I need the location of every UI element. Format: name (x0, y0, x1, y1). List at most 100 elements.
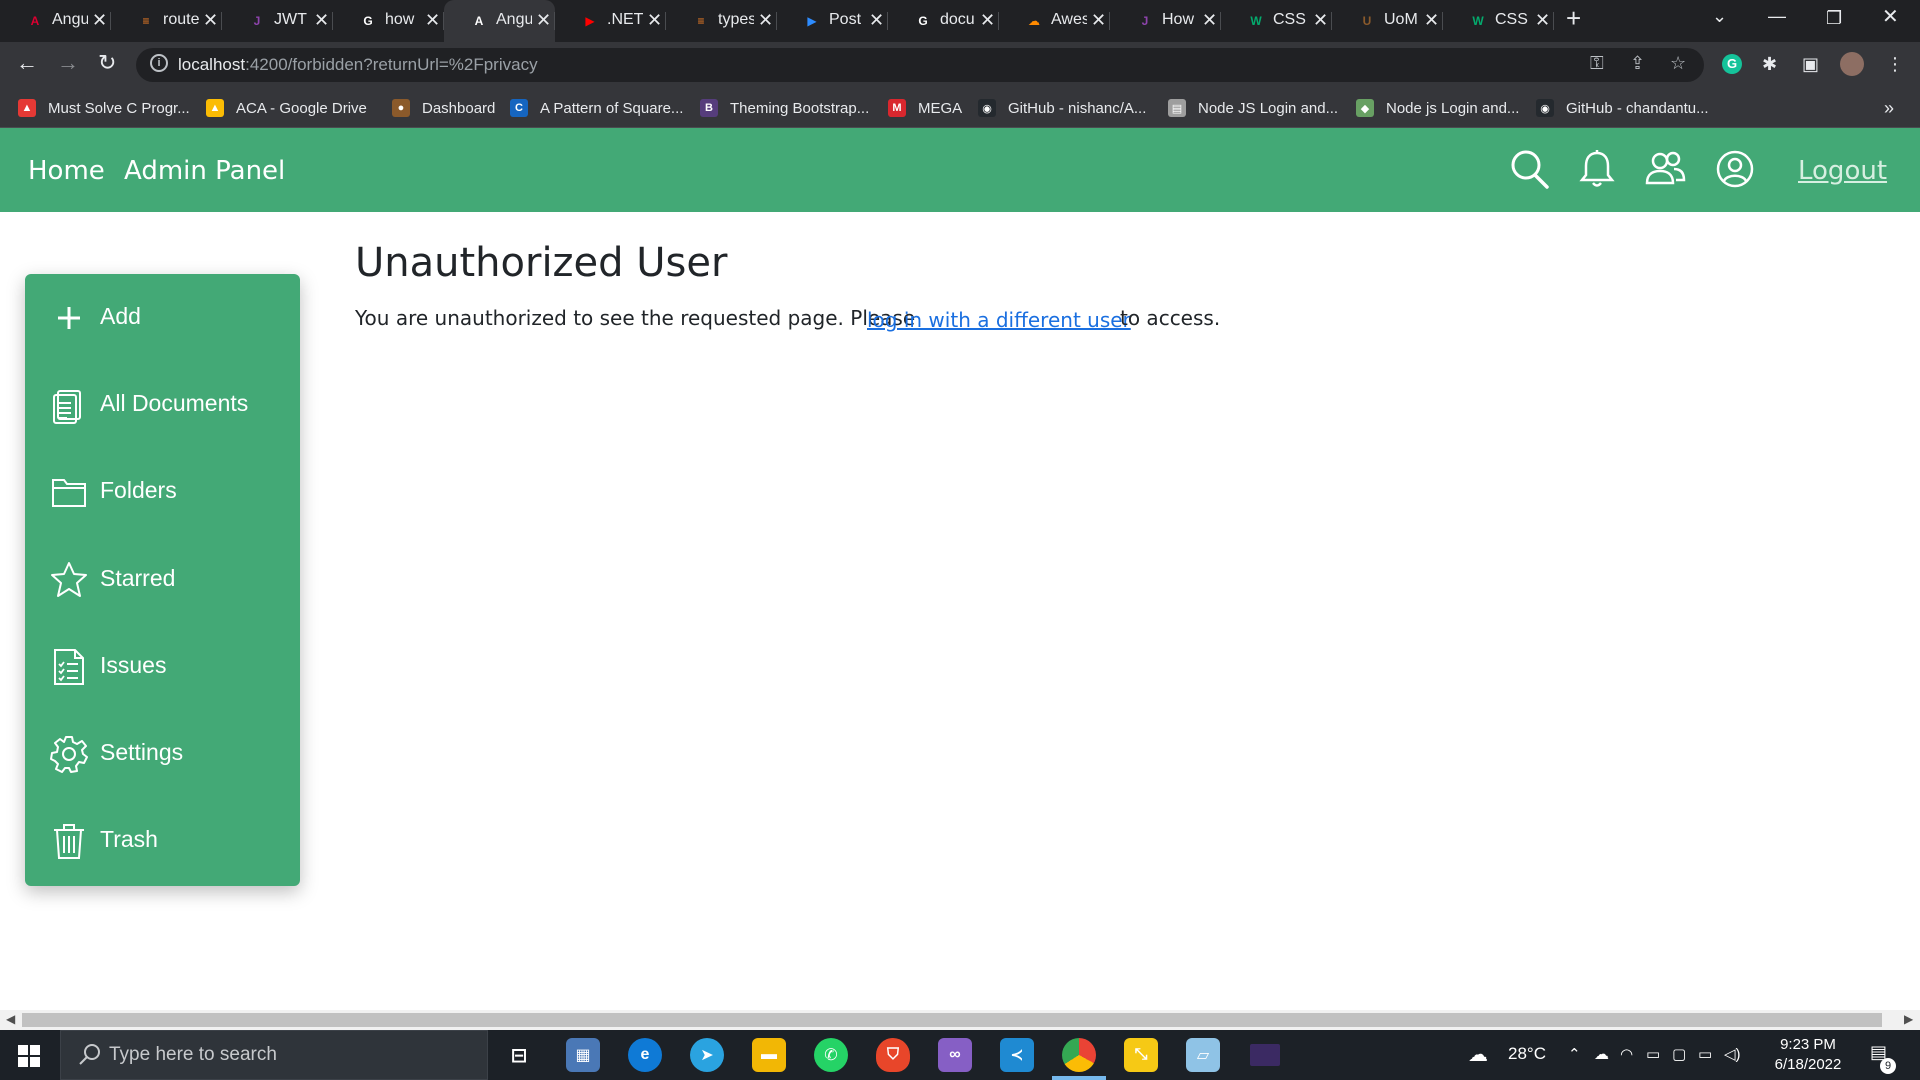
close-tab-icon[interactable]: ✕ (1313, 10, 1328, 31)
nav-home-link[interactable]: Home (28, 156, 105, 186)
close-tab-icon[interactable]: ✕ (314, 10, 329, 31)
horizontal-scrollbar[interactable]: ◀ ▶ (0, 1010, 1920, 1030)
tray-chevron-icon[interactable]: ⌃ (1568, 1045, 1581, 1063)
back-icon[interactable]: ← (16, 50, 38, 76)
battery-icon[interactable]: ▭ (1698, 1045, 1712, 1063)
browser-tab[interactable]: ☁ Awes ✕ (999, 0, 1110, 42)
close-tab-icon[interactable]: ✕ (647, 10, 662, 31)
browser-tab[interactable]: J JWT ✕ (222, 0, 333, 42)
extensions-icon[interactable]: ✱ (1762, 54, 1777, 75)
network-icon[interactable]: ▭ (1646, 1045, 1660, 1063)
minimize-icon[interactable]: — (1768, 6, 1786, 27)
edge-icon[interactable]: e (628, 1038, 662, 1072)
browser-tab[interactable]: J How ✕ (1110, 0, 1221, 42)
visual-studio-icon[interactable]: ∞ (938, 1038, 972, 1072)
sidebar-item-all-documents[interactable]: All Documents (25, 375, 300, 435)
file-explorer-icon[interactable]: ▬ (752, 1038, 786, 1072)
close-tab-icon[interactable]: ✕ (1091, 10, 1106, 31)
key-icon[interactable]: ⚿ (1590, 53, 1604, 74)
scrollbar-thumb[interactable] (22, 1013, 1882, 1027)
browser-tab[interactable]: W CSS ✕ (1443, 0, 1554, 42)
sidebar-item-add[interactable]: Add (25, 288, 300, 348)
terminal-icon[interactable] (1250, 1044, 1280, 1066)
side-panel-icon[interactable]: ▣ (1802, 54, 1819, 75)
login-different-user-link[interactable]: log in with a different user (867, 308, 1131, 332)
sidebar-item-trash[interactable]: Trash (25, 811, 300, 871)
bookmark-item[interactable]: ▲ Must Solve C Progr... (18, 96, 190, 120)
volume-icon[interactable]: ◁) (1724, 1045, 1741, 1063)
bookmark-item[interactable]: C A Pattern of Square... (510, 96, 683, 120)
browser-tab[interactable]: Ghow ✕ (333, 0, 444, 42)
scroll-right-arrow-icon[interactable]: ▶ (1904, 1012, 1913, 1026)
close-tab-icon[interactable]: ✕ (203, 10, 218, 31)
sidebar-item-issues[interactable]: Issues (25, 637, 300, 697)
site-info-icon[interactable]: i (150, 54, 168, 72)
browser-tab[interactable]: W CSS l✕ (1221, 0, 1332, 42)
windows-start-icon[interactable] (18, 1045, 40, 1067)
logout-link[interactable]: Logout (1798, 156, 1887, 186)
browser-tab[interactable]: U UoM ✕ (1332, 0, 1443, 42)
telegram-icon[interactable]: ➤ (690, 1038, 724, 1072)
sidebar-item-settings[interactable]: Settings (25, 724, 300, 784)
scroll-left-arrow-icon[interactable]: ◀ (6, 1012, 15, 1026)
browser-tab[interactable]: Gdocu ✕ (888, 0, 999, 42)
close-tab-icon[interactable]: ✕ (980, 10, 995, 31)
brave-icon[interactable]: ⛉ (876, 1038, 910, 1072)
browser-tab[interactable]: ≡ route ✕ (111, 0, 222, 42)
profile-avatar[interactable] (1840, 52, 1864, 76)
close-tab-icon[interactable]: ✕ (425, 10, 440, 31)
sidebar-item-starred[interactable]: Starred (25, 550, 300, 610)
tab-search-icon[interactable]: ⌄ (1712, 6, 1727, 27)
new-tab-button[interactable]: + (1566, 3, 1581, 34)
display-icon[interactable]: ▢ (1672, 1045, 1686, 1063)
search-icon[interactable] (1508, 148, 1550, 190)
browser-tab[interactable]: ≡ types ✕ (666, 0, 777, 42)
browser-tab[interactable]: A Angu ✕ (0, 0, 111, 42)
bookmark-item[interactable]: ▤ Node JS Login and... (1168, 96, 1338, 120)
app-icon-yellow[interactable]: ⤡ (1124, 1038, 1158, 1072)
bookmark-star-icon[interactable]: ☆ (1670, 53, 1686, 74)
nav-admin-panel-link[interactable]: Admin Panel (124, 156, 285, 186)
whatsapp-icon[interactable]: ✆ (814, 1038, 848, 1072)
address-bar[interactable]: i localhost:4200/forbidden?returnUrl=%2F… (136, 48, 1704, 82)
share-icon[interactable]: ⇪ (1630, 53, 1645, 74)
browser-tab[interactable]: ▶ .NET ✕ (555, 0, 666, 42)
reload-icon[interactable]: ↻ (98, 50, 116, 76)
users-icon[interactable] (1644, 148, 1686, 190)
onedrive-icon[interactable]: ☁ (1594, 1045, 1609, 1063)
bell-icon[interactable] (1576, 148, 1618, 190)
bookmark-item[interactable]: ◉ GitHub - nishanc/A... (978, 96, 1146, 120)
system-clock[interactable]: 9:23 PM 6/18/2022 (1762, 1035, 1854, 1075)
temperature[interactable]: 28°C (1508, 1044, 1546, 1064)
bookmark-item[interactable]: ◉ GitHub - chandantu... (1536, 96, 1709, 120)
close-tab-icon[interactable]: ✕ (1535, 10, 1550, 31)
close-tab-icon[interactable]: ✕ (92, 10, 107, 31)
close-tab-icon[interactable]: ✕ (536, 10, 551, 31)
menu-kebab-icon[interactable]: ⋮ (1886, 54, 1904, 75)
chrome-icon[interactable] (1062, 1038, 1096, 1072)
more-bookmarks-icon[interactable]: » (1884, 96, 1894, 120)
notepad-icon[interactable]: ▱ (1186, 1038, 1220, 1072)
close-tab-icon[interactable]: ✕ (1424, 10, 1439, 31)
restore-icon[interactable]: ❐ (1826, 8, 1842, 29)
bookmark-item[interactable]: ◆ Node js Login and... (1356, 96, 1519, 120)
close-tab-icon[interactable]: ✕ (758, 10, 773, 31)
close-tab-icon[interactable]: ✕ (1202, 10, 1217, 31)
bookmark-item[interactable]: ● Dashboard (392, 96, 495, 120)
task-view-icon[interactable]: ⊟ (502, 1038, 536, 1072)
bookmark-item[interactable]: B Theming Bootstrap... (700, 96, 869, 120)
close-tab-icon[interactable]: ✕ (869, 10, 884, 31)
forward-icon[interactable]: → (57, 50, 79, 76)
taskbar-search-box[interactable]: Type here to search (60, 1030, 488, 1080)
account-circle-icon[interactable] (1714, 148, 1756, 190)
weather-cloud-icon[interactable]: ☁ (1468, 1042, 1488, 1067)
bookmark-item[interactable]: ▲ ACA - Google Drive (206, 96, 367, 120)
close-window-icon[interactable]: ✕ (1882, 4, 1899, 29)
wifi-icon[interactable]: ◠ (1620, 1045, 1633, 1063)
calculator-icon[interactable]: ▦ (566, 1038, 600, 1072)
vscode-icon[interactable]: ≺ (1000, 1038, 1034, 1072)
sidebar-item-folders[interactable]: Folders (25, 462, 300, 522)
bookmark-item[interactable]: M MEGA (888, 96, 962, 120)
grammarly-icon[interactable]: G (1722, 54, 1742, 74)
browser-tab[interactable]: A Angu ✕ (444, 0, 555, 42)
